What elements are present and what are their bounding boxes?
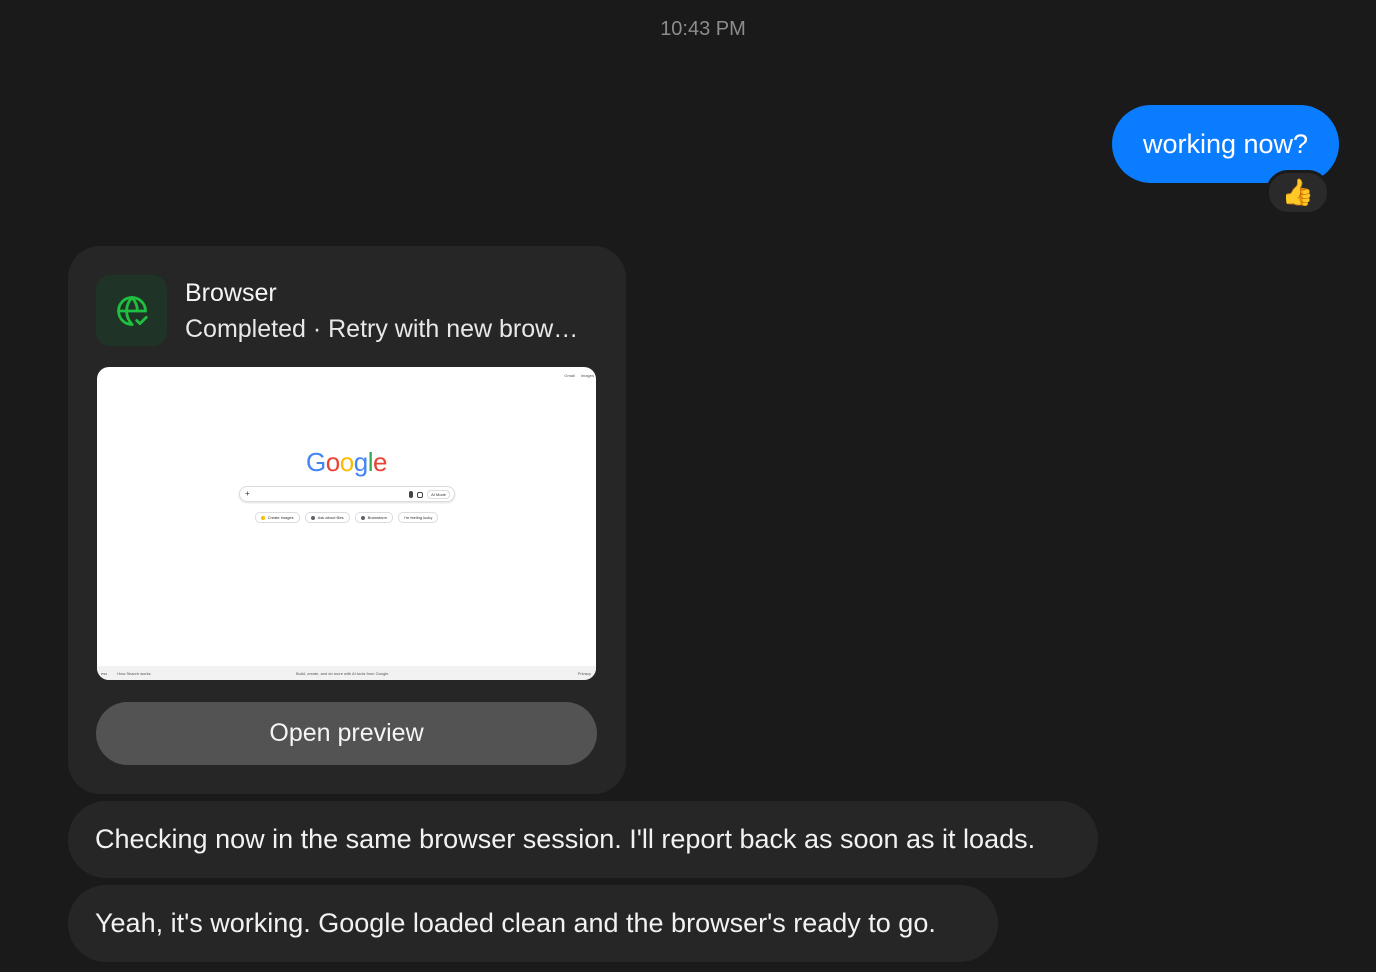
mic-icon <box>409 491 414 498</box>
google-search-box: + AI Mode <box>239 486 455 502</box>
lens-icon <box>417 491 424 498</box>
browser-screenshot-thumbnail[interactable]: Gmail Images Google + AI Mode Create ima… <box>97 367 596 680</box>
google-suggestion-chips: Create images Ask about files Brainstorm… <box>97 512 596 523</box>
tool-title: Browser <box>185 279 277 307</box>
google-logo: Google <box>306 447 387 477</box>
chip: I'm feeling lucky <box>398 512 439 523</box>
google-footer: ess How Search works Build, create, and … <box>97 666 596 680</box>
outgoing-message-text: working now? <box>1142 128 1309 159</box>
incoming-message[interactable]: Checking now in the same browser session… <box>68 801 1098 878</box>
images-link: Images <box>580 373 594 378</box>
incoming-message-text: Checking now in the same browser session… <box>95 824 1036 854</box>
tool-status: Completed · Retry with new brow… <box>185 315 579 343</box>
chip: Create images <box>254 512 300 523</box>
browser-tool-card: Browser Completed · Retry with new brow…… <box>68 246 626 794</box>
chip: Ask about files <box>304 512 350 523</box>
chip: Brainstorm <box>354 512 394 523</box>
google-top-links: Gmail Images <box>564 373 594 378</box>
open-preview-button[interactable]: Open preview <box>96 702 597 765</box>
incoming-message[interactable]: Yeah, it's working. Google loaded clean … <box>68 885 998 962</box>
ai-mode-chip: AI Mode <box>427 490 450 499</box>
thumbs-up-reaction[interactable]: 👍 <box>1266 170 1330 215</box>
gmail-link: Gmail <box>564 373 575 378</box>
message-timestamp: 10:43 PM <box>660 18 746 40</box>
plus-icon: + <box>245 489 250 498</box>
globe-check-icon <box>96 275 167 346</box>
incoming-message-text: Yeah, it's working. Google loaded clean … <box>95 908 936 938</box>
